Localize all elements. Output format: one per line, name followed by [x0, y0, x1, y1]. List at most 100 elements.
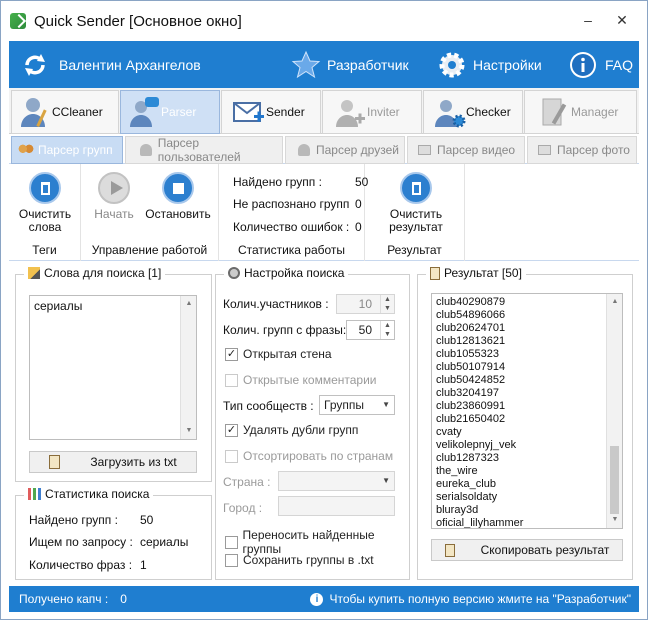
result-list-item[interactable]: eureka_club — [432, 478, 622, 491]
tab-photo-parser[interactable]: Парсер фото — [527, 136, 637, 164]
main-window: Quick Sender [Основное окно] – ✕ Валенти… — [0, 0, 648, 620]
result-list-item[interactable]: velikolepnyj_vek — [432, 439, 622, 452]
search-stats-panel: Статистика поиска Найдено групп : 50 Ище… — [15, 487, 212, 580]
tab-inviter-label: Inviter — [367, 105, 400, 119]
errors-label: Количество ошибок : — [233, 220, 350, 234]
result-list-item[interactable]: club50107914 — [432, 361, 622, 374]
close-button[interactable]: ✕ — [607, 9, 637, 31]
user-add-icon — [336, 100, 365, 127]
ribbon-caption-stats: Статистика работы — [237, 243, 346, 257]
checkbox-empty-icon — [225, 553, 238, 567]
tab-sender[interactable]: Sender — [221, 90, 321, 134]
save-txt-checkbox[interactable]: Сохранить группы в .txt — [225, 553, 374, 567]
result-list-item[interactable]: club54896066 — [432, 309, 622, 322]
chevron-down-icon: ▼ — [382, 476, 390, 485]
trash-icon — [29, 172, 61, 204]
tab-sender-label: Sender — [266, 105, 305, 119]
faq-button[interactable]: FAQ — [569, 41, 633, 88]
result-list-item[interactable]: cvaty — [432, 426, 622, 439]
tab-video-parser-label: Парсер видео — [437, 143, 516, 157]
faq-label: FAQ — [605, 56, 634, 73]
result-list-item[interactable]: serialsoldaty — [432, 491, 622, 504]
scroll-down-icon[interactable]: ▼ — [181, 423, 196, 439]
tab-group-parser[interactable]: Парсер групп — [11, 136, 123, 164]
info-icon — [570, 51, 596, 78]
country-select[interactable]: ▼ — [278, 471, 395, 491]
clear-result-button[interactable]: Очистить результат — [381, 172, 451, 234]
tab-checker[interactable]: Checker — [423, 90, 523, 134]
clear-words-button[interactable]: Очистить слова — [13, 172, 77, 234]
stop-button[interactable]: Остановить — [143, 172, 213, 221]
city-input[interactable] — [278, 496, 395, 516]
tab-video-parser[interactable]: Парсер видео — [407, 136, 525, 164]
result-list-item[interactable]: club3204197 — [432, 387, 622, 400]
result-list-item[interactable]: club12813621 — [432, 335, 622, 348]
groups-per-phrase-label: Колич. групп с фразы: — [223, 323, 347, 337]
stats-query-value: сериалы — [140, 535, 189, 549]
open-comments-checkbox[interactable]: Открытые комментарии — [225, 373, 376, 387]
result-list[interactable]: club40290879 club54896066 club20624701 club… — [431, 293, 623, 529]
start-button[interactable]: Начать — [89, 172, 139, 221]
scroll-down-icon[interactable]: ▼ — [607, 512, 622, 528]
user-profile-button[interactable]: Валентин Архангелов — [21, 41, 201, 88]
user-icon — [140, 144, 152, 156]
settings-button[interactable]: Настройки — [437, 41, 542, 88]
stats-query-label: Ищем по запросу : — [29, 535, 133, 549]
open-wall-checkbox[interactable]: ✓ Открытая стена — [225, 347, 332, 361]
tab-inviter[interactable]: Inviter — [322, 90, 422, 134]
minimize-button[interactable]: – — [573, 9, 603, 31]
tab-user-parser[interactable]: Парсер пользователей — [125, 136, 283, 164]
star-icon — [291, 50, 321, 78]
app-logo-icon — [10, 13, 26, 29]
tab-ccleaner[interactable]: CCleaner — [11, 90, 119, 134]
result-list-item[interactable]: club50424852 — [432, 374, 622, 387]
scroll-up-icon[interactable]: ▲ — [181, 296, 196, 312]
result-list-item[interactable]: club20624701 — [432, 322, 622, 335]
load-from-txt-button[interactable]: Загрузить из txt — [29, 451, 197, 473]
stepper-arrows-icon[interactable]: ▲ ▼ — [380, 295, 394, 313]
developer-button[interactable]: Разработчик — [291, 41, 409, 88]
top-navigation-bar: Валентин Архангелов Разработчик Настройк… — [9, 41, 639, 88]
open-comments-label: Открытые комментарии — [243, 373, 377, 387]
search-stats-title-text: Статистика поиска — [45, 487, 150, 501]
tab-friends-parser[interactable]: Парсер друзей — [285, 136, 405, 164]
community-type-select[interactable]: Группы ▼ — [319, 395, 395, 415]
community-type-label: Тип сообществ : — [223, 399, 314, 413]
checkmark-icon: ✓ — [225, 347, 238, 361]
scroll-thumb[interactable] — [610, 446, 619, 514]
clipboard-icon — [430, 266, 440, 280]
words-scrollbar[interactable]: ▲ ▼ — [180, 296, 196, 439]
clear-result-label: Очистить результат — [389, 207, 443, 234]
result-list-item[interactable]: the_wire — [432, 465, 622, 478]
groups-per-phrase-stepper[interactable]: 50 ▲ ▼ — [346, 320, 395, 340]
tab-manager[interactable]: Manager — [524, 90, 637, 134]
user-gear-icon — [435, 100, 466, 128]
sort-by-country-checkbox[interactable]: Отсортировать по странам — [225, 449, 393, 463]
result-list-item[interactable]: oficial_lilyhammer — [432, 517, 622, 528]
wrench-icon — [228, 267, 240, 279]
result-list-item[interactable]: club23860991 — [432, 400, 622, 413]
scroll-up-icon[interactable]: ▲ — [607, 294, 622, 310]
stop-icon — [162, 172, 194, 204]
save-txt-label: Сохранить группы в .txt — [243, 553, 374, 567]
members-count-stepper[interactable]: 10 ▲ ▼ — [336, 294, 395, 314]
result-list-item[interactable]: club1287323 — [432, 452, 622, 465]
result-list-item[interactable]: bluray3d — [432, 504, 622, 517]
result-list-item[interactable]: club21650402 — [432, 413, 622, 426]
user-icon — [298, 144, 310, 156]
result-list-item[interactable]: club1055323 — [432, 348, 622, 361]
result-list-item[interactable]: club40290879 — [432, 296, 622, 309]
purchase-hint-text: Чтобы купить полную версию жмите на "Раз… — [329, 592, 631, 606]
words-panel: Слова для поиска [1] сериалы ▲ ▼ Загрузи… — [15, 266, 212, 482]
module-tabs: CCleaner Parser Sender Inviter Checker M… — [9, 88, 639, 134]
remove-duplicates-checkbox[interactable]: ✓ Удалять дубли групп — [225, 423, 358, 437]
move-found-checkbox[interactable]: Переносить найденные группы — [225, 528, 409, 556]
result-scrollbar[interactable]: ▲ ▼ — [606, 294, 622, 528]
stepper-arrows-icon[interactable]: ▲ ▼ — [380, 321, 394, 339]
tab-parser[interactable]: Parser — [120, 90, 220, 134]
copy-result-button[interactable]: Скопировать результат — [431, 539, 623, 561]
users-icon — [18, 144, 34, 156]
search-words-textarea[interactable]: сериалы ▲ ▼ — [29, 295, 197, 440]
open-wall-label: Открытая стена — [243, 347, 332, 361]
play-icon — [98, 172, 130, 204]
